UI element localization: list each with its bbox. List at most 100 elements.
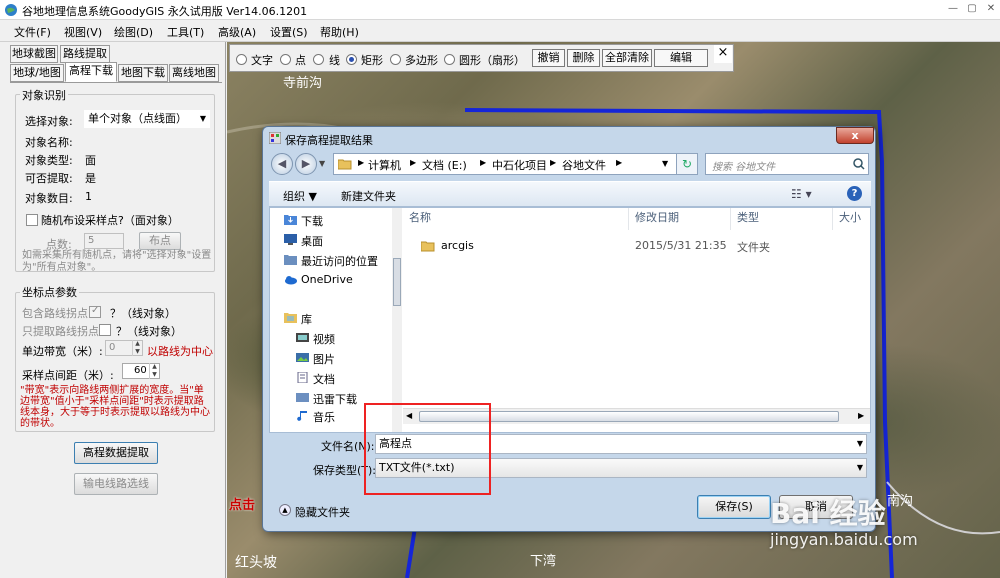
crumb-goodyfiles[interactable]: 谷地文件 <box>562 157 606 173</box>
nav-scrollbar[interactable] <box>392 208 402 432</box>
file-type: 文件夹 <box>737 241 770 254</box>
radio-line-label: 线 <box>329 54 340 67</box>
music-note-icon <box>297 411 307 421</box>
draw-toolbar: 文字 点 线 矩形 多边形 圆形（扇形） 撤销 删除 全部清除 编辑 × <box>229 44 734 72</box>
highlight-annotation <box>364 403 491 495</box>
scroll-right-icon[interactable]: ▶ <box>858 411 864 420</box>
tab-route-extract[interactable]: 路线提取 <box>60 45 110 63</box>
col-modified[interactable]: 修改日期 <box>629 208 731 230</box>
maximize-button[interactable]: ▢ <box>963 2 981 16</box>
search-input[interactable]: 搜索 谷地文件 <box>705 153 869 175</box>
tab-elevation-download[interactable]: 高程下载 <box>65 62 117 82</box>
radio-text[interactable] <box>236 54 247 65</box>
address-dropdown-icon[interactable]: ▼ <box>662 159 668 168</box>
crumb-computer[interactable]: 计算机 <box>368 157 401 173</box>
radio-point[interactable] <box>280 54 291 65</box>
interval-input[interactable]: 60 ▲ ▼ <box>122 363 160 379</box>
organize-menu[interactable]: 组织 ▼ <box>283 188 317 204</box>
menu-view[interactable]: 视图(V) <box>64 24 102 40</box>
include-turn-checkbox[interactable]: ✓ <box>89 305 101 318</box>
interval-value: 60 <box>134 365 147 376</box>
dialog-app-icon <box>269 132 281 144</box>
menu-file[interactable]: 文件(F) <box>14 24 51 40</box>
menu-advanced[interactable]: 高级(A) <box>218 24 256 40</box>
object-type-value: 面 <box>85 154 96 167</box>
band-spinner[interactable]: ▲ ▼ <box>132 340 142 356</box>
help-icon[interactable]: ? <box>847 186 862 201</box>
radio-line[interactable] <box>313 54 324 65</box>
object-recognition-title: 对象识别 <box>20 87 68 103</box>
map-label-nangou: 南沟 <box>887 494 914 509</box>
col-size[interactable]: 大小 <box>833 208 870 230</box>
radio-polygon[interactable] <box>390 54 401 65</box>
close-drawbar-button[interactable]: × <box>714 45 732 63</box>
edit-button[interactable]: 编辑 <box>654 49 708 67</box>
folder-icon <box>421 241 435 252</box>
elevation-extract-button[interactable]: 高程数据提取 <box>74 442 158 464</box>
new-folder-button[interactable]: 新建文件夹 <box>341 188 396 204</box>
menu-help[interactable]: 帮助(H) <box>320 24 359 40</box>
recent-places-icon <box>284 255 297 265</box>
back-button[interactable]: ◀ <box>271 153 293 175</box>
map-label-xiawan: 下湾 <box>530 554 557 569</box>
title-bar: 谷地地理信息系统GoodyGIS 永久试用版 Ver14.06.1201 — ▢… <box>0 0 1000 20</box>
view-options-icon[interactable]: ☷ ▾ <box>791 187 812 201</box>
menu-tools[interactable]: 工具(T) <box>167 24 204 40</box>
interval-spinner[interactable]: ▲ ▼ <box>149 363 159 379</box>
dialog-toolbar: 组织 ▼ 新建文件夹 ☷ ▾ ? <box>269 181 871 207</box>
crumb-project[interactable]: 中石化项目 <box>492 157 547 173</box>
file-name: arcgis <box>441 239 474 252</box>
refresh-button[interactable]: ↻ <box>676 153 698 175</box>
only-turn-suffix: ？（线对象） <box>116 325 182 338</box>
left-panel: 地球截图 路线提取 地球/地图 高程下载 地图下载 离线地图 对象识别 选择对象… <box>0 42 226 578</box>
select-object-dropdown[interactable]: 单个对象（点线面） ▼ <box>84 110 210 128</box>
place-points-button[interactable]: 布点 <box>139 232 181 250</box>
col-name[interactable]: 名称 <box>403 208 629 230</box>
save-button[interactable]: 保存(S) <box>697 495 771 519</box>
menu-draw[interactable]: 绘图(D) <box>114 24 153 40</box>
search-icon <box>853 158 865 170</box>
file-row[interactable]: arcgis 2015/5/31 21:35 文件夹 <box>403 236 870 256</box>
select-object-label: 选择对象: <box>25 115 73 128</box>
dialog-title: 保存高程提取结果 <box>285 134 373 147</box>
radio-rectangle[interactable] <box>346 54 357 65</box>
picture-icon <box>296 353 309 362</box>
band-width-label: 单边带宽（米）: <box>22 345 103 358</box>
clear-all-button[interactable]: 全部清除 <box>602 49 652 67</box>
object-type-label: 对象类型: <box>25 154 73 167</box>
minimize-button[interactable]: — <box>944 2 962 16</box>
watermark-url: jingyan.baidu.com <box>770 530 918 549</box>
nav-scroll-thumb[interactable] <box>393 258 401 306</box>
filetype-dropdown-icon[interactable]: ▼ <box>857 459 863 477</box>
history-dropdown-icon[interactable]: ▼ <box>319 159 325 168</box>
desktop-icon <box>284 234 297 245</box>
tab-earth-screenshot[interactable]: 地球截图 <box>10 45 58 63</box>
forward-button[interactable]: ▶ <box>295 153 317 175</box>
close-window-button[interactable]: ✕ <box>982 2 1000 16</box>
tab-map-download[interactable]: 地图下载 <box>118 64 168 82</box>
app-globe-icon <box>5 4 17 16</box>
document-icon <box>297 372 308 383</box>
delete-button[interactable]: 删除 <box>567 49 600 67</box>
dialog-body: 下载 桌面 最近访问的位置 OneDrive 库 视频 图片 文档 迅雷下载 音… <box>269 207 871 433</box>
tab-earth-map[interactable]: 地球/地图 <box>10 64 64 82</box>
filename-dropdown-icon[interactable]: ▼ <box>857 435 863 453</box>
select-object-value: 单个对象（点线面） <box>88 112 187 125</box>
menu-settings[interactable]: 设置(S) <box>270 24 308 40</box>
hide-folders-button[interactable]: 隐藏文件夹 <box>295 504 350 520</box>
col-type[interactable]: 类型 <box>731 208 833 230</box>
hide-folders-toggle-icon[interactable]: ▲ <box>279 504 291 516</box>
dialog-close-button[interactable]: x <box>836 127 874 144</box>
tab-offline-map[interactable]: 离线地图 <box>169 64 219 82</box>
save-dialog: 保存高程提取结果 x ◀ ▶ ▼ ▶ 计算机 ▶ 文档 (E:) ▶ 中石化项目… <box>262 126 876 532</box>
address-box[interactable]: ▶ 计算机 ▶ 文档 (E:) ▶ 中石化项目 ▶ 谷地文件 ▶ ▼ <box>333 153 687 175</box>
folder-icon <box>338 159 352 170</box>
only-turn-checkbox[interactable] <box>99 324 111 336</box>
radio-circle[interactable] <box>444 54 455 65</box>
band-width-input[interactable]: 0 ▲ ▼ <box>105 340 143 356</box>
random-points-checkbox[interactable] <box>26 214 38 226</box>
power-line-button[interactable]: 输电线路选线 <box>74 473 158 495</box>
crumb-drive[interactable]: 文档 (E:) <box>422 157 467 173</box>
undo-button[interactable]: 撤销 <box>532 49 565 67</box>
points-input[interactable]: 5 <box>84 233 124 249</box>
